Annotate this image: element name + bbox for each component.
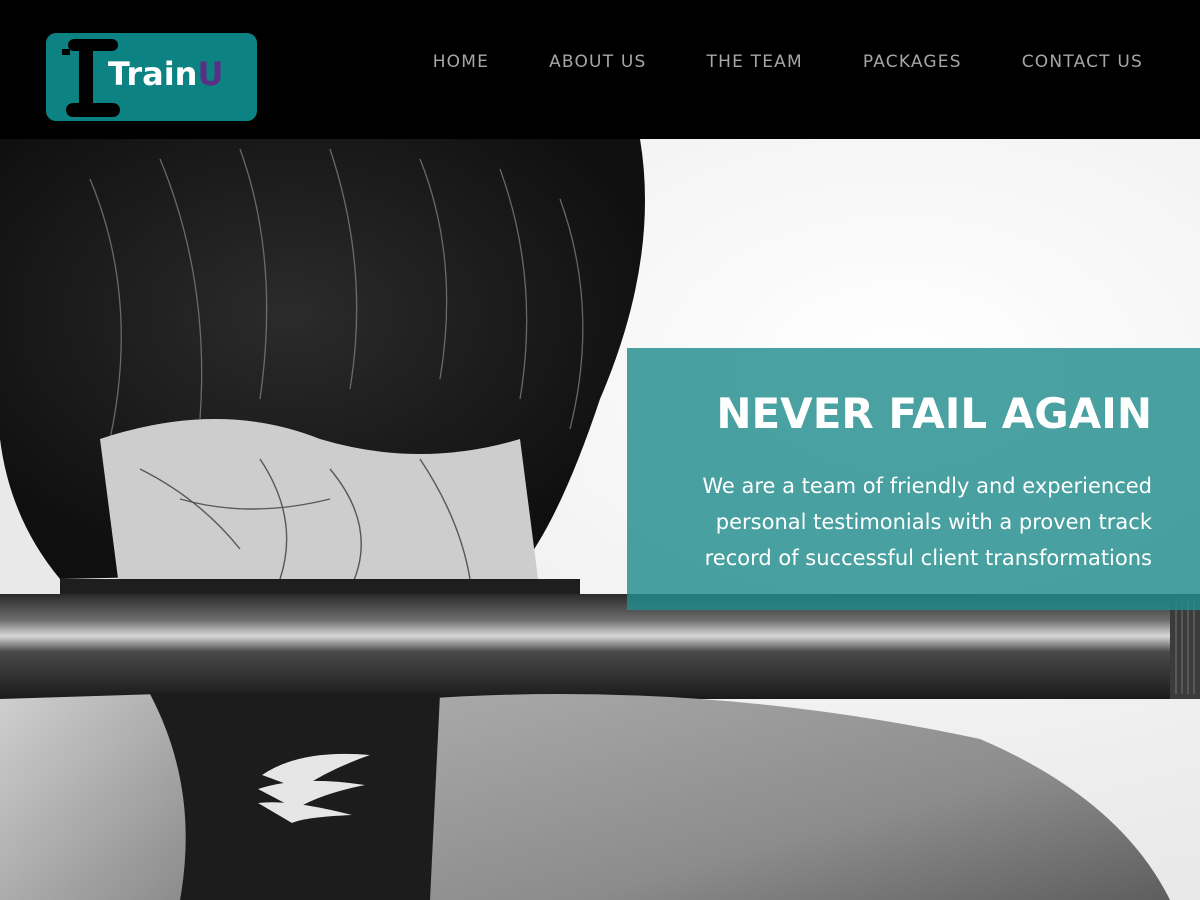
- nav-home[interactable]: HOME: [433, 52, 489, 72]
- brand-name-accent: U: [197, 55, 224, 93]
- hero-subtitle-line: We are a team of friendly and experience…: [702, 474, 1152, 498]
- nav-contact-us[interactable]: CONTACT US: [1022, 52, 1143, 72]
- hero-subtitle-line: personal testimonials with a proven trac…: [715, 510, 1152, 534]
- nav-the-team[interactable]: THE TEAM: [707, 52, 803, 72]
- brand-name: TrainU: [108, 55, 223, 93]
- hero-subtitle: We are a team of friendly and experience…: [667, 468, 1152, 576]
- main-nav: HOME ABOUT US THE TEAM PACKAGES CONTACT …: [433, 52, 1143, 72]
- site-header: TrainU HOME ABOUT US THE TEAM PACKAGES C…: [0, 0, 1200, 139]
- trainu-logo[interactable]: TrainU: [46, 33, 257, 121]
- nav-packages[interactable]: PACKAGES: [863, 52, 962, 72]
- hero-subtitle-line: record of successful client transformati…: [704, 546, 1152, 570]
- hero-section: NEVER FAIL AGAIN We are a team of friend…: [0, 139, 1200, 900]
- hero-text-panel: NEVER FAIL AGAIN We are a team of friend…: [627, 348, 1200, 610]
- hero-title: NEVER FAIL AGAIN: [716, 389, 1152, 438]
- brand-name-main: Train: [108, 55, 198, 93]
- nav-about-us[interactable]: ABOUT US: [549, 52, 646, 72]
